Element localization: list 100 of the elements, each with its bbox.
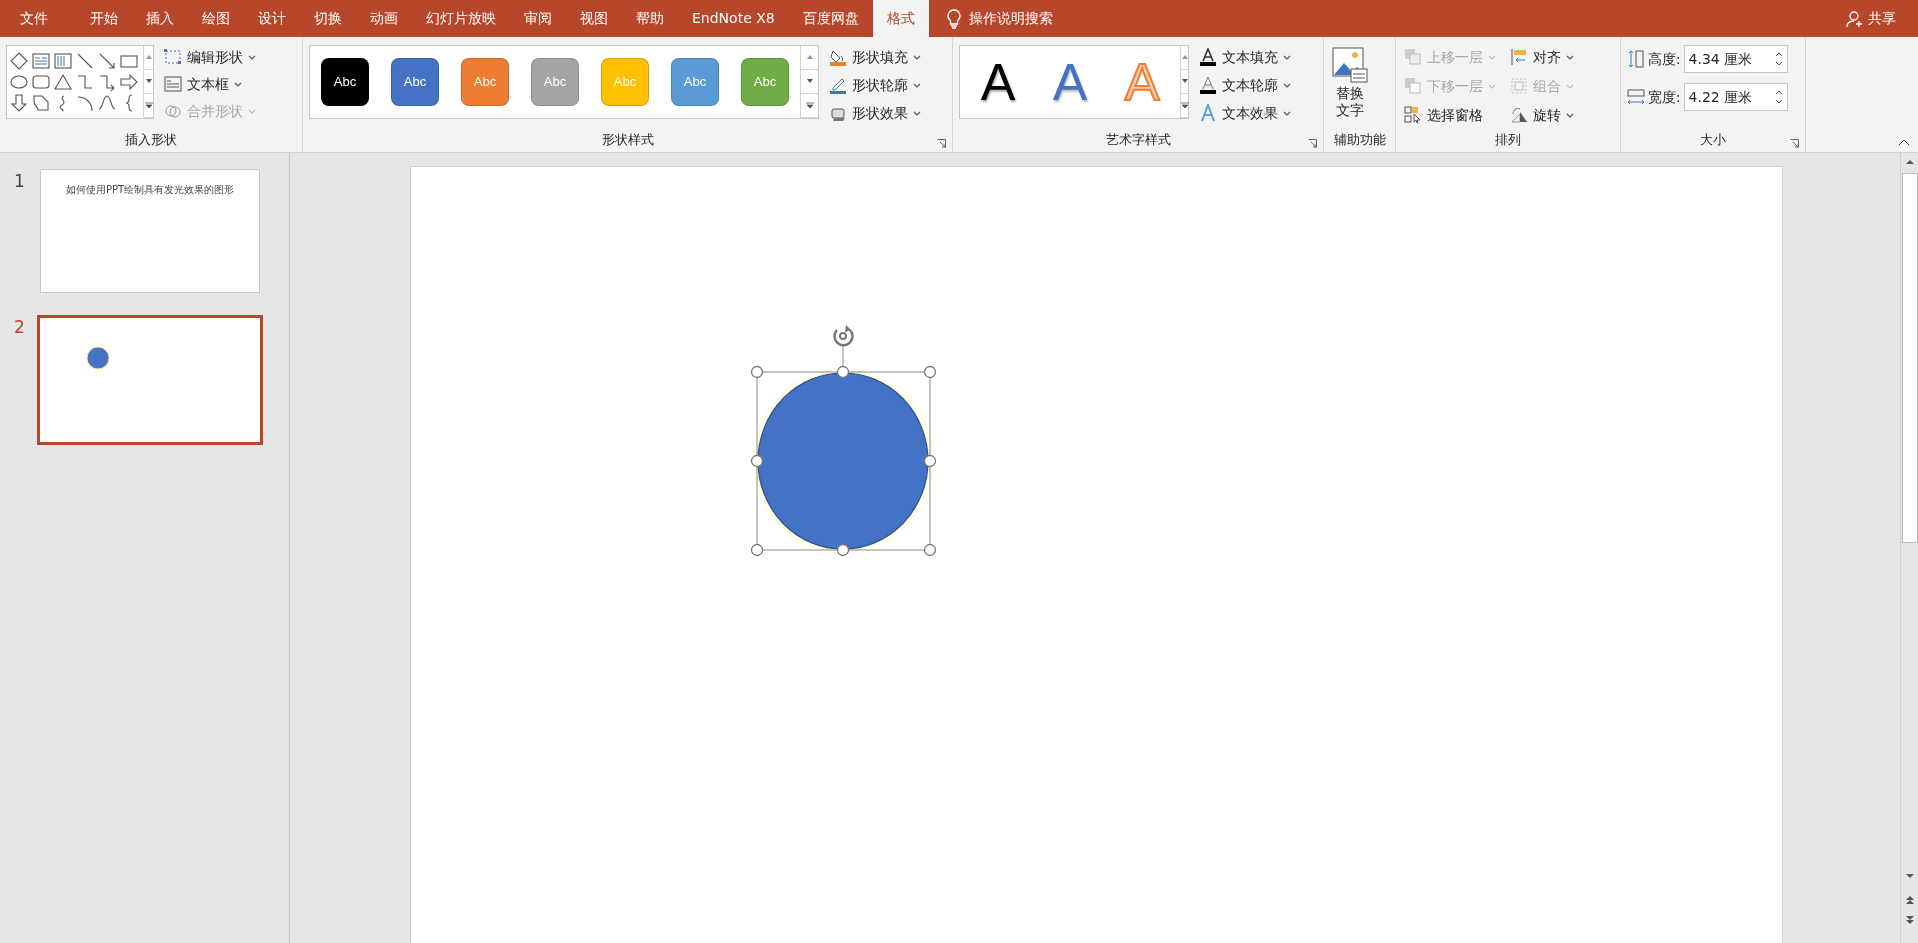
ribbon-button[interactable]: 文本框 [162,72,258,96]
ribbon-tab[interactable]: EndNote X8 [678,0,789,37]
text-effect-icon [1199,104,1217,122]
scroll-down-icon[interactable] [144,78,153,85]
scroll-up-icon[interactable] [805,54,814,61]
ribbon-button[interactable]: 对齐 [1508,45,1576,69]
group-label: 艺术字样式 [1105,132,1171,147]
wordart-sample[interactable]: A [1034,55,1106,109]
group-label: 大小 [1700,132,1726,147]
oval-icon[interactable] [10,73,28,91]
dialog-launcher-icon[interactable] [1308,139,1317,148]
caret-icon [1566,83,1574,89]
callout-shape-icon[interactable] [32,94,50,112]
previous-slide-icon[interactable] [1905,895,1915,905]
rotate-icon [1510,106,1528,124]
size-field[interactable]: 4.22 厘米 [1683,83,1788,111]
style-swatch[interactable]: Abc [391,58,439,106]
ribbon-tab[interactable]: 幻灯片放映 [412,0,510,37]
lightbulb-icon [946,8,961,29]
down-arrow-icon[interactable] [10,94,28,112]
field-label: 宽度: [1648,87,1681,107]
rounded-rectangle-icon[interactable] [32,73,50,91]
ribbon-button[interactable]: 形状填充 [827,45,923,69]
scroll-up-icon[interactable] [1181,54,1189,61]
next-slide-icon[interactable] [1905,915,1915,925]
picture-icon [1332,47,1368,83]
slide-thumbnail[interactable]: 如何使用PPT绘制具有发光效果的图形 [40,169,260,293]
arc-icon[interactable] [76,94,94,112]
ribbon-tab[interactable]: 格式 [872,0,929,37]
spinner-icon [1774,52,1783,66]
ribbon-button[interactable]: 选择窗格 [1402,103,1498,127]
ribbon-tab[interactable]: 视图 [566,0,622,37]
selection-pane-icon [1404,106,1422,124]
ribbon-tab[interactable]: 审阅 [510,0,566,37]
arrow-line-icon[interactable] [98,52,116,70]
ribbon-button[interactable]: 编辑形状 [162,45,258,69]
caret-icon [1488,83,1496,89]
alt-text-button[interactable]: 替换 文字 [1330,41,1370,130]
style-swatch[interactable]: Abc [321,58,369,106]
ribbon-tab[interactable]: 设计 [244,0,300,37]
size-field[interactable]: 4.34 厘米 [1683,45,1788,73]
scroll-down-icon[interactable] [1181,78,1189,85]
ribbon-tab[interactable]: 百度网盘 [788,0,873,37]
caret-icon [234,81,242,87]
right-arrow-icon[interactable] [120,73,138,91]
search-box[interactable]: 操作说明搜索 [946,0,1053,37]
more-icon[interactable] [144,102,153,109]
scroll-down-icon[interactable] [1905,873,1915,879]
text-box-icon [164,75,182,93]
style-swatch[interactable]: Abc [671,58,719,106]
ribbon-tab[interactable]: 绘图 [188,0,244,37]
ribbon-button[interactable]: 形状轮廓 [827,73,923,97]
line-icon[interactable] [76,52,94,70]
caret-icon [1566,112,1574,118]
caret-icon [913,54,921,60]
merge-circles-icon [164,102,182,120]
group-label: 形状样式 [601,132,654,147]
ribbon-tab[interactable]: 动画 [356,0,412,37]
scrollbar-thumb[interactable] [1902,173,1918,543]
more-icon[interactable] [805,102,814,109]
circle-shape [86,346,110,370]
ribbon-tab[interactable]: 开始 [76,0,132,37]
ribbon-button[interactable]: 形状效果 [827,101,923,125]
text-fill-icon [1199,48,1217,66]
scroll-up-icon[interactable] [144,54,153,61]
caret-icon [913,110,921,116]
dialog-launcher-icon[interactable] [937,139,946,148]
style-swatch[interactable]: Abc [741,58,789,106]
ribbon-button[interactable]: 文本效果 [1197,101,1293,125]
style-swatch[interactable]: Abc [461,58,509,106]
width-icon [1627,88,1645,106]
caret-icon [1488,54,1496,60]
wordart-sample[interactable]: A [962,55,1034,109]
ribbon-button[interactable]: 文本轮廓 [1197,73,1293,97]
curve-icon[interactable] [98,94,116,112]
scroll-down-icon[interactable] [805,78,814,85]
group-label: 辅助功能 [1333,132,1386,147]
ribbon-tab[interactable]: 文件 [6,0,62,37]
align-icon [1510,48,1528,66]
ribbon-button[interactable]: 文本填充 [1197,45,1293,69]
share-button[interactable]: 共享 [1846,0,1918,37]
caret-icon [1283,54,1291,60]
slide-thumbnail[interactable] [37,315,263,445]
ribbon-tab[interactable]: 帮助 [622,0,678,37]
send-backward-icon [1404,77,1422,95]
collapse-ribbon-icon[interactable] [1898,139,1910,146]
dialog-launcher-icon[interactable] [1790,139,1799,148]
ribbon-tab[interactable]: 插入 [132,0,188,37]
ribbon-button[interactable]: 旋转 [1508,103,1576,127]
ribbon-tab[interactable]: 切换 [300,0,356,37]
circle-shape[interactable] [751,367,935,555]
triangle-icon[interactable] [54,73,72,91]
person-add-icon [1846,9,1864,28]
more-icon[interactable] [1181,102,1189,109]
elbow-arrow-icon[interactable] [98,73,116,91]
scroll-up-icon[interactable] [1905,159,1915,165]
diamond-icon[interactable] [10,52,28,70]
bring-forward-icon [1404,48,1422,66]
selection-frame[interactable] [750,325,937,557]
group-label: 插入形状 [125,132,177,147]
